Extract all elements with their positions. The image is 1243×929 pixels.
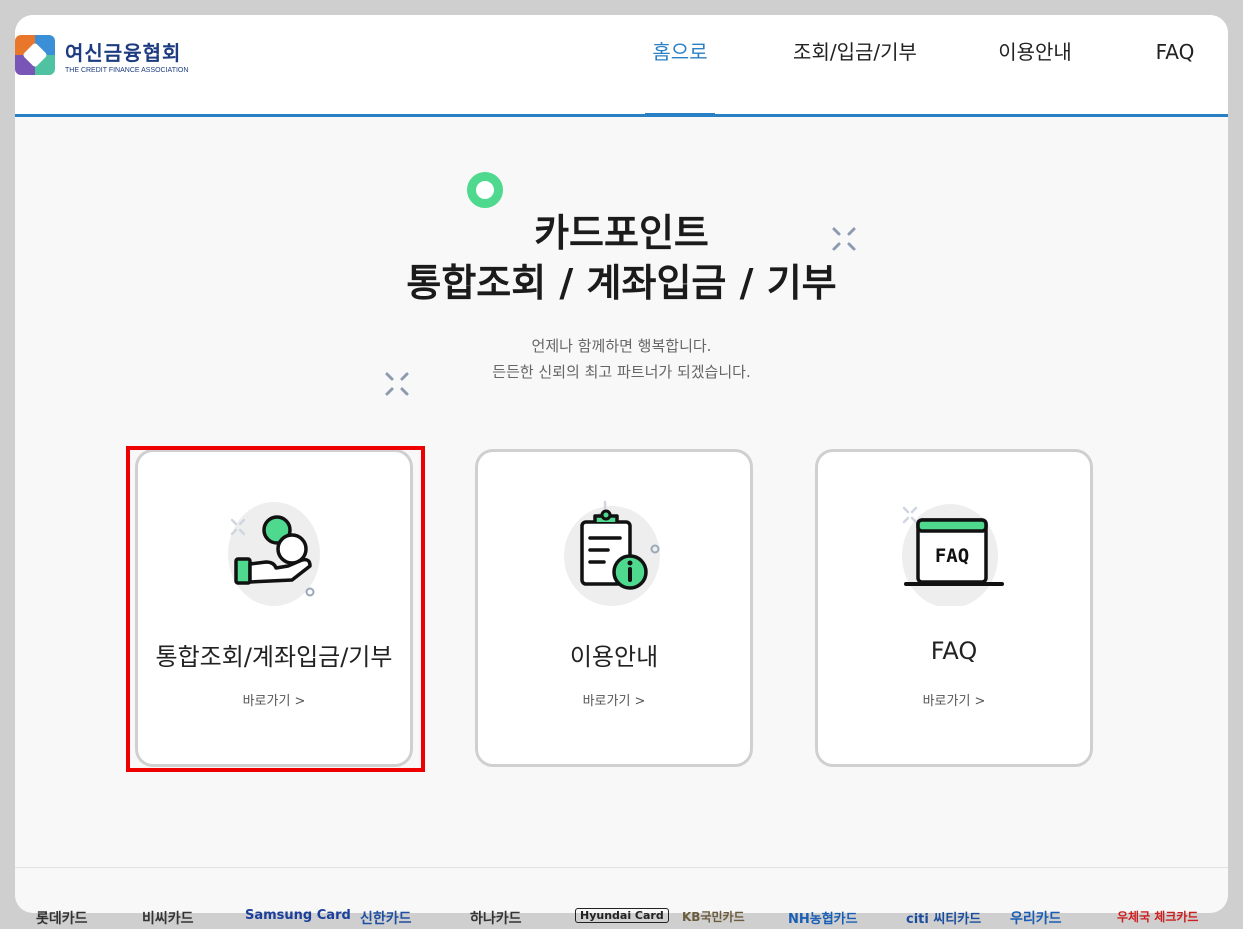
go-link[interactable]: 바로가기 >	[138, 690, 410, 709]
go-link[interactable]: 바로가기 >	[478, 690, 750, 709]
card-title: FAQ	[930, 637, 978, 665]
hero-title-line1: 카드포인트	[534, 211, 709, 255]
logo[interactable]: 여신금융협회 THE CREDIT FINANCE ASSOCIATION	[15, 35, 188, 75]
footer-divider	[15, 867, 1228, 868]
brand-kb[interactable]: KB국민카드	[682, 908, 745, 925]
card-faq[interactable]: FAQ FAQ 바로가기 >	[815, 449, 1093, 767]
faq-window-icon: FAQ	[902, 504, 1004, 606]
brand-samsung[interactable]: Samsung Card	[245, 908, 351, 923]
brand-citi[interactable]: citi 씨티카드	[906, 908, 981, 927]
card-brand-strip: 롯데카드 비씨카드 Samsung Card 신한카드 하나카드 Hyundai…	[0, 905, 1243, 929]
logo-name-en: THE CREDIT FINANCE ASSOCIATION	[65, 66, 189, 74]
brand-hyundai[interactable]: Hyundai Card	[575, 908, 669, 923]
clipboard-info-icon	[564, 500, 660, 606]
brand-hana[interactable]: 하나카드	[470, 908, 522, 928]
hero-subtitle: 언제나 함께하면 행복합니다. 든든한 신뢰의 최고 파트너가 되겠습니다.	[15, 333, 1228, 385]
go-link[interactable]: 바로가기 >	[818, 690, 1090, 709]
hero-title: 카드포인트 통합조회 / 계좌입금 / 기부	[15, 208, 1228, 308]
nav-guide[interactable]: 이용안내	[990, 15, 1080, 115]
decorative-ring-icon	[467, 172, 503, 208]
hero-subtitle-line2: 든든한 신뢰의 최고 파트너가 되겠습니다.	[492, 363, 751, 381]
svg-text:FAQ: FAQ	[935, 545, 969, 567]
card-title: 이용안내	[569, 643, 659, 671]
hero-title-line2: 통합조회 / 계좌입금 / 기부	[406, 261, 837, 305]
brand-nh[interactable]: NH농협카드	[788, 908, 858, 927]
brand-shinhan[interactable]: 신한카드	[360, 908, 412, 928]
header: 여신금융협회 THE CREDIT FINANCE ASSOCIATION 홈으…	[15, 15, 1228, 117]
brand-woori[interactable]: 우리카드	[1010, 908, 1062, 928]
brand-post[interactable]: 우체국 체크카드	[1117, 908, 1198, 925]
nav-faq[interactable]: FAQ	[1150, 15, 1200, 115]
logo-mark-icon	[15, 35, 55, 75]
logo-name-ko: 여신금융협회	[65, 40, 182, 65]
nav-home[interactable]: 홈으로	[645, 15, 715, 117]
hand-coins-icon	[228, 502, 320, 606]
card-guide[interactable]: 이용안내 바로가기 >	[475, 449, 753, 767]
brand-lotte[interactable]: 롯데카드	[36, 908, 88, 928]
nav-inquiry[interactable]: 조회/입금/기부	[785, 15, 925, 115]
brand-bc[interactable]: 비씨카드	[142, 908, 194, 928]
card-title: 통합조회/계좌입금/기부	[155, 643, 393, 671]
card-inquiry-deposit-donation[interactable]: 통합조회/계좌입금/기부 바로가기 >	[135, 449, 413, 767]
page-frame: 여신금융협회 THE CREDIT FINANCE ASSOCIATION 홈으…	[15, 15, 1228, 913]
hero-subtitle-line1: 언제나 함께하면 행복합니다.	[531, 337, 712, 355]
